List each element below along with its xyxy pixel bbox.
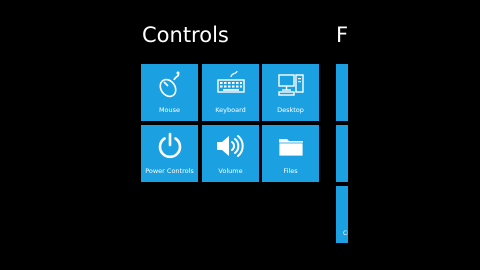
tile-files[interactable]: Files bbox=[262, 125, 319, 182]
next-group-tile[interactable] bbox=[336, 125, 348, 182]
next-group-title: F bbox=[336, 25, 347, 46]
next-group-tile[interactable] bbox=[336, 64, 348, 121]
group-title: Controls bbox=[142, 23, 229, 47]
tile-keyboard[interactable]: Keyboard bbox=[202, 64, 259, 121]
next-group-tile[interactable]: Cu bbox=[336, 186, 348, 243]
tile-label: Mouse bbox=[158, 106, 181, 114]
keyboard-icon bbox=[216, 70, 245, 93]
tile-label: Cu bbox=[343, 230, 348, 237]
tile-label: Power Controls bbox=[145, 167, 194, 175]
folder-icon bbox=[278, 139, 303, 157]
tile-label: Files bbox=[283, 167, 298, 175]
tile-mouse[interactable]: Mouse bbox=[141, 64, 198, 121]
power-icon bbox=[158, 132, 181, 159]
volume-icon bbox=[216, 135, 244, 157]
desktop-icon bbox=[277, 74, 304, 96]
tile-label: Keyboard bbox=[215, 106, 246, 114]
tile-volume[interactable]: Volume bbox=[202, 125, 259, 182]
mouse-icon bbox=[158, 71, 179, 98]
tile-label: Volume bbox=[218, 167, 243, 175]
start-screen: Controls F Mouse Keyboard Desktop Power … bbox=[0, 0, 480, 270]
tile-power-controls[interactable]: Power Controls bbox=[141, 125, 198, 182]
tile-label: Desktop bbox=[277, 106, 304, 114]
tile-desktop[interactable]: Desktop bbox=[262, 64, 319, 121]
